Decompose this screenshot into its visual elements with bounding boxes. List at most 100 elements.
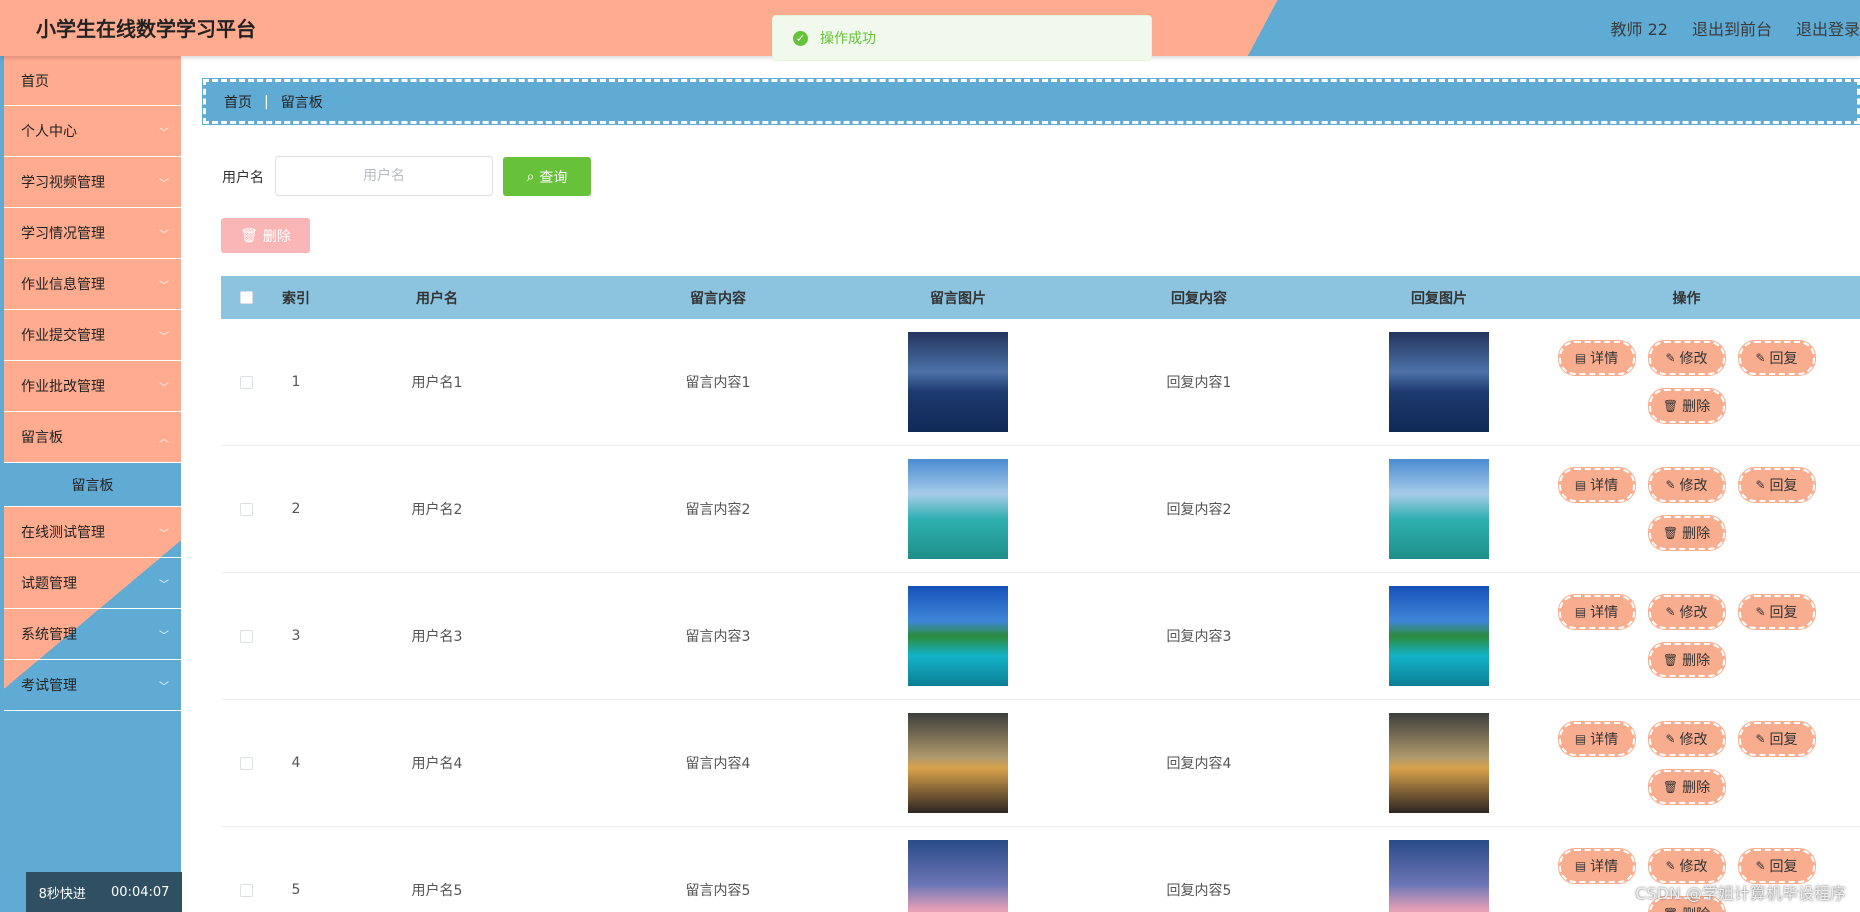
sidebar-item-online-test[interactable]: 在线测试管理 ﹀ bbox=[4, 507, 181, 558]
message-image[interactable] bbox=[908, 840, 1008, 912]
sidebar: 首页 个人中心 ﹀ 学习视频管理 ﹀ 学习情况管理 ﹀ 作业信息管理 ﹀ 作业提交管理 ﹀… bbox=[0, 56, 182, 912]
message-image[interactable] bbox=[908, 713, 1008, 813]
edit-label: 修改 bbox=[1679, 605, 1708, 621]
sidebar-item-questions[interactable]: 试题管理 ﹀ bbox=[4, 558, 181, 609]
fast-forward-label[interactable]: 8秒快进 bbox=[39, 883, 86, 902]
pencil-icon: ✎ bbox=[1755, 859, 1766, 873]
current-user[interactable]: 教师 22 bbox=[1611, 16, 1668, 40]
select-all-checkbox[interactable] bbox=[221, 291, 271, 304]
username-search-input[interactable] bbox=[275, 156, 493, 196]
row-checkbox[interactable] bbox=[221, 883, 271, 897]
top-nav: 教师 22 退出到前台 退出登录 bbox=[1611, 16, 1860, 40]
message-image[interactable] bbox=[908, 586, 1008, 686]
table-row: 3 用户名3 留言内容3 回复内容3 ▤ 详情 ✎ 修改 ✎ 回复 🗑 删除 bbox=[221, 573, 1860, 700]
cell-reply: 回复内容3 bbox=[1166, 629, 1232, 645]
delete-label: 删除 bbox=[1682, 653, 1711, 669]
logout-link[interactable]: 退出登录 bbox=[1796, 16, 1860, 40]
reply-button[interactable]: ✎ 回复 bbox=[1737, 848, 1816, 884]
edit-button[interactable]: ✎ 修改 bbox=[1647, 594, 1726, 630]
sidebar-item-personal-center[interactable]: 个人中心 ﹀ bbox=[4, 106, 181, 157]
edit-label: 修改 bbox=[1679, 732, 1708, 748]
pencil-icon: ✎ bbox=[1755, 605, 1766, 619]
chevron-down-icon: ﹀ bbox=[159, 331, 169, 343]
reply-button[interactable]: ✎ 回复 bbox=[1737, 721, 1816, 757]
reply-label: 回复 bbox=[1769, 732, 1798, 748]
success-toast: ✓ 操作成功 bbox=[772, 15, 1152, 61]
reply-image[interactable] bbox=[1389, 586, 1489, 686]
delete-label: 删除 bbox=[1682, 904, 1710, 912]
query-button[interactable]: ⌕ 查询 bbox=[503, 157, 591, 196]
sidebar-item-home[interactable]: 首页 bbox=[4, 56, 181, 106]
back-to-front-link[interactable]: 退出到前台 bbox=[1692, 16, 1772, 40]
delete-button[interactable]: 🗑删除 bbox=[1647, 515, 1726, 551]
sidebar-item-video[interactable]: 学习视频管理 ﹀ bbox=[4, 157, 181, 208]
toast-message: 操作成功 bbox=[820, 31, 876, 47]
header-username: 用户名 bbox=[416, 290, 458, 307]
reply-image[interactable] bbox=[1389, 332, 1489, 432]
table-row: 4 用户名4 留言内容4 回复内容4 ▤ 详情 ✎ 修改 ✎ 回复 🗑 删除 bbox=[221, 700, 1860, 827]
breadcrumb-home[interactable]: 首页 bbox=[224, 92, 252, 112]
edit-button[interactable]: ✎ 修改 bbox=[1647, 340, 1726, 376]
batch-delete-button[interactable]: 🗑 删除 bbox=[221, 218, 310, 253]
timer-value: 00:04:07 bbox=[111, 884, 170, 900]
sidebar-item-homework-info[interactable]: 作业信息管理 ﹀ bbox=[4, 259, 181, 310]
detail-button[interactable]: ▤ 详情 bbox=[1557, 340, 1636, 376]
sidebar-item-label: 作业批改管理 bbox=[21, 379, 105, 395]
detail-button[interactable]: ▤ 详情 bbox=[1557, 467, 1636, 503]
reply-button[interactable]: ✎ 回复 bbox=[1737, 594, 1816, 630]
pencil-icon: ✎ bbox=[1665, 605, 1676, 619]
reply-label: 回复 bbox=[1769, 859, 1798, 875]
detail-label: 详情 bbox=[1590, 351, 1619, 367]
document-icon: ▤ bbox=[1574, 478, 1587, 492]
sidebar-item-homework-submit[interactable]: 作业提交管理 ﹀ bbox=[4, 310, 181, 361]
detail-label: 详情 bbox=[1590, 478, 1619, 494]
delete-button[interactable]: 🗑删除 bbox=[1647, 642, 1726, 678]
sidebar-item-exam[interactable]: 考试管理 ﹀ bbox=[4, 660, 181, 711]
reply-image[interactable] bbox=[1389, 713, 1489, 813]
sidebar-item-system[interactable]: 系统管理 ﹀ bbox=[4, 609, 181, 660]
reply-image[interactable] bbox=[1389, 459, 1489, 559]
reply-button[interactable]: ✎ 回复 bbox=[1737, 467, 1816, 503]
username-label: 用户名 bbox=[222, 170, 264, 186]
row-checkbox[interactable] bbox=[221, 502, 271, 516]
reply-image[interactable] bbox=[1389, 840, 1489, 912]
trash-icon: 🗑 bbox=[1662, 780, 1679, 794]
sidebar-item-label: 首页 bbox=[21, 73, 49, 90]
sidebar-item-label: 作业信息管理 bbox=[21, 277, 105, 293]
detail-button[interactable]: ▤ 详情 bbox=[1557, 848, 1636, 884]
sidebar-item-homework-grade[interactable]: 作业批改管理 ﹀ bbox=[4, 361, 181, 412]
delete-button[interactable]: 🗑删除 bbox=[1647, 388, 1726, 424]
chevron-down-icon: ﹀ bbox=[159, 127, 169, 139]
edit-button[interactable]: ✎ 修改 bbox=[1647, 467, 1726, 503]
detail-button[interactable]: ▤ 详情 bbox=[1557, 594, 1636, 630]
chevron-up-icon: ︿ bbox=[159, 433, 169, 445]
sidebar-item-label: 学习视频管理 bbox=[21, 175, 105, 191]
pencil-icon: ✎ bbox=[1755, 478, 1766, 492]
trash-icon: 🗑 bbox=[240, 227, 258, 244]
document-icon: ▤ bbox=[1574, 351, 1587, 365]
cell-content: 留言内容4 bbox=[685, 756, 751, 772]
header-reply: 回复内容 bbox=[1171, 290, 1227, 307]
chevron-down-icon: ﹀ bbox=[159, 229, 169, 241]
sidebar-item-study[interactable]: 学习情况管理 ﹀ bbox=[4, 208, 181, 259]
edit-button[interactable]: ✎ 修改 bbox=[1647, 848, 1726, 884]
trash-icon: 🗑 bbox=[1662, 653, 1679, 667]
sidebar-subitem-message-board[interactable]: 留言板 bbox=[4, 463, 181, 507]
row-checkbox[interactable] bbox=[221, 375, 271, 389]
chevron-down-icon: ﹀ bbox=[159, 178, 169, 190]
detail-label: 详情 bbox=[1590, 732, 1619, 748]
edit-button[interactable]: ✎ 修改 bbox=[1647, 721, 1726, 757]
pencil-icon: ✎ bbox=[1665, 351, 1676, 365]
trash-icon: 🗑 bbox=[1662, 399, 1679, 413]
detail-label: 详情 bbox=[1590, 605, 1619, 621]
cell-reply: 回复内容2 bbox=[1166, 502, 1232, 518]
reply-button[interactable]: ✎ 回复 bbox=[1737, 340, 1816, 376]
row-checkbox[interactable] bbox=[221, 756, 271, 770]
cell-content: 留言内容1 bbox=[685, 375, 751, 391]
message-image[interactable] bbox=[908, 459, 1008, 559]
delete-button[interactable]: 🗑删除 bbox=[1647, 769, 1726, 805]
sidebar-item-message-board[interactable]: 留言板 ︿ bbox=[4, 412, 181, 463]
message-image[interactable] bbox=[908, 332, 1008, 432]
detail-button[interactable]: ▤ 详情 bbox=[1557, 721, 1636, 757]
row-checkbox[interactable] bbox=[221, 629, 271, 643]
